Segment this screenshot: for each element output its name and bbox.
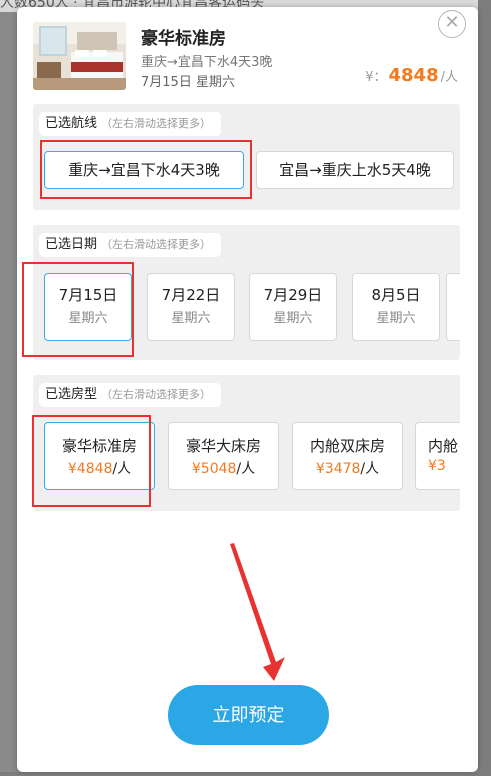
room-section-label: 已选房型 （左右滑动选择更多） (39, 383, 222, 407)
date-option-2[interactable]: 7月22日 星期六 (147, 273, 235, 341)
route-option-label: 宜昌→重庆上水5天4晚 (279, 161, 431, 179)
overlay-shadow-right (478, 0, 491, 776)
price-summary: ¥： 4848/人 (365, 65, 458, 86)
room-option-price: ¥3 (428, 458, 460, 474)
date-hint: （左右滑动选择更多） (101, 238, 212, 251)
room-option-3[interactable]: 内舱双床房 ¥3478/人 (292, 422, 403, 490)
room-price-unit: /人 (112, 461, 132, 477)
room-option-name: 豪华大床房 (185, 437, 261, 455)
room-option-price: ¥5048/人 (169, 458, 278, 478)
room-price-value: 5048 (200, 461, 237, 477)
room-option-1[interactable]: 豪华标准房 ¥4848/人 (44, 422, 155, 490)
room-panel: 已选房型 （左右滑动选择更多） 豪华标准房 ¥4848/人 豪华大床房 ¥5048… (33, 375, 460, 511)
room-hint: （左右滑动选择更多） (101, 388, 212, 401)
room-option-name: 内舱双床房 (309, 437, 385, 455)
route-label-text: 已选航线 (45, 116, 98, 131)
room-option-4[interactable]: 内舱 ¥3 (415, 422, 460, 490)
room-option-price: ¥4848/人 (45, 458, 154, 478)
route-option-1[interactable]: 重庆→宜昌下水4天3晚 (44, 151, 244, 189)
room-price-value: 4848 (76, 461, 113, 477)
route-panel: 已选航线 （左右滑动选择更多） 重庆→宜昌下水4天3晚 宜昌→重庆上水5天4晚 (33, 104, 460, 210)
date-option-weekday: 星期六 (273, 311, 313, 326)
date-option-weekday: 星期六 (171, 311, 211, 326)
room-price-value: 3478 (324, 461, 361, 477)
room-title: 豪华标准房 (141, 29, 226, 49)
date-option-more[interactable] (446, 273, 460, 341)
date-summary: 7月15日 星期六 (141, 75, 235, 90)
room-price-currency: ¥ (315, 461, 325, 477)
room-price-unit: /人 (236, 461, 256, 477)
route-option-label: 重庆→宜昌下水4天3晚 (68, 161, 220, 179)
price-currency: ¥： (365, 70, 387, 85)
room-option-price: ¥3478/人 (293, 458, 402, 478)
date-option-date: 7月29日 (263, 286, 323, 304)
date-option-date: 8月5日 (371, 286, 421, 304)
route-section-label: 已选航线 （左右滑动选择更多） (39, 112, 222, 136)
room-option-name: 豪华标准房 (61, 437, 137, 455)
room-price-currency: ¥ (428, 458, 437, 474)
date-option-3[interactable]: 7月29日 星期六 (249, 273, 337, 341)
route-summary: 重庆→宜昌下水4天3晚 (141, 55, 273, 70)
date-option-weekday: 星期六 (376, 311, 416, 326)
date-label-text: 已选日期 (45, 237, 98, 252)
price-value: 4848 (388, 65, 439, 86)
date-option-date: 7月15日 (58, 286, 118, 304)
booking-sheet: ✕ 豪华标准房 重庆→宜昌下水4天3晚 7月15日 星期六 ¥： 4848/人 已… (17, 7, 478, 772)
date-panel: 已选日期 （左右滑动选择更多） 7月15日 星期六 7月22日 星期六 7月29日… (33, 225, 460, 360)
close-icon[interactable]: ✕ (438, 10, 466, 38)
room-thumbnail (33, 22, 126, 90)
date-section-label: 已选日期 （左右滑动选择更多） (39, 233, 222, 257)
room-option-name: 内舱 (428, 437, 459, 455)
room-price-currency: ¥ (191, 461, 201, 477)
room-label-text: 已选房型 (45, 387, 98, 402)
route-option-2[interactable]: 宜昌→重庆上水5天4晚 (256, 151, 454, 189)
book-now-button[interactable]: 立即预定 (168, 685, 329, 745)
price-unit: /人 (440, 70, 458, 85)
date-option-date: 7月22日 (161, 286, 221, 304)
date-option-4[interactable]: 8月5日 星期六 (352, 273, 440, 341)
date-option-weekday: 星期六 (68, 311, 108, 326)
overlay-shadow-bottom (0, 772, 491, 776)
date-option-1[interactable]: 7月15日 星期六 (44, 273, 132, 341)
room-price-currency: ¥ (67, 461, 77, 477)
route-hint: （左右滑动选择更多） (101, 117, 212, 130)
room-option-2[interactable]: 豪华大床房 ¥5048/人 (168, 422, 279, 490)
room-price-value: 3 (436, 458, 446, 474)
room-price-unit: /人 (360, 461, 380, 477)
